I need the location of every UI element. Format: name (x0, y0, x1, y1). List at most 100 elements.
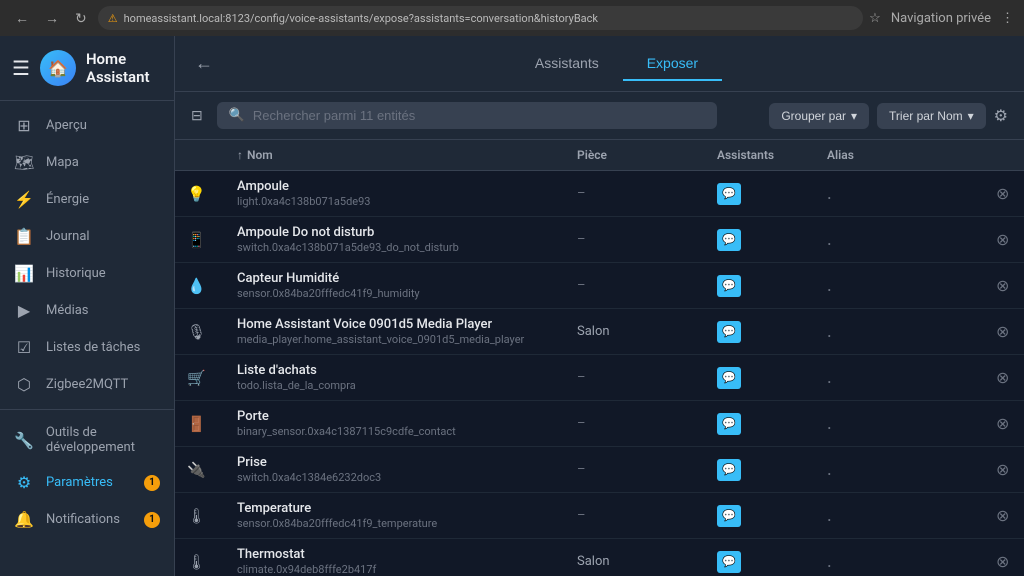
assistant-icon[interactable]: 💬 (717, 275, 741, 297)
sidebar-item-mapa[interactable]: 🗺 Mapa (0, 144, 174, 181)
entity-alias-cell: . (815, 217, 984, 263)
sidebar-item-journal[interactable]: 📋 Journal (0, 218, 174, 255)
remove-entity-button[interactable]: ⊗ (996, 552, 1009, 572)
search-box[interactable]: 🔍 (217, 102, 717, 129)
back-navigation-button[interactable]: ← (195, 53, 213, 74)
entity-remove-cell[interactable]: ⊗ (984, 539, 1024, 576)
entity-id: sensor.0x84ba20fffedc41f9_temperature (237, 517, 553, 530)
assistant-icon[interactable]: 💬 (717, 459, 741, 481)
remove-entity-button[interactable]: ⊗ (996, 276, 1009, 296)
alias-value: . (827, 459, 832, 480)
entity-assistants-cell[interactable]: 💬 (705, 309, 815, 355)
mapa-icon: 🗺 (14, 153, 34, 172)
entity-remove-cell[interactable]: ⊗ (984, 263, 1024, 309)
remove-entity-button[interactable]: ⊗ (996, 460, 1009, 480)
entity-assistants-cell[interactable]: 💬 (705, 539, 815, 576)
entity-remove-cell[interactable]: ⊗ (984, 447, 1024, 493)
apercu-icon: ⊞ (14, 116, 34, 135)
assistant-icon[interactable]: 💬 (717, 551, 741, 573)
sidebar-item-energie[interactable]: ⚡ Énergie (0, 181, 174, 218)
forward-button[interactable]: → (40, 8, 64, 28)
remove-entity-button[interactable]: ⊗ (996, 230, 1009, 250)
entity-alias-cell: . (815, 355, 984, 401)
entity-name: Home Assistant Voice 0901d5 Media Player (237, 317, 553, 332)
remove-entity-button[interactable]: ⊗ (996, 506, 1009, 526)
entity-piece: Salon (577, 554, 610, 569)
assistant-icon[interactable]: 💬 (717, 321, 741, 343)
assistant-icon[interactable]: 💬 (717, 505, 741, 527)
table-body: 💡 Ampoule light.0xa4c138b071a5de93 – 💬 .… (175, 171, 1024, 576)
toolbar-right: Grouper par ▾ Trier par Nom ▾ ⚙ (769, 103, 1008, 129)
remove-entity-button[interactable]: ⊗ (996, 414, 1009, 434)
entity-piece: – (577, 278, 586, 293)
star-icon[interactable]: ☆ (869, 11, 881, 26)
sort-button[interactable]: Trier par Nom ▾ (877, 103, 986, 129)
entity-remove-cell[interactable]: ⊗ (984, 401, 1024, 447)
private-mode-label: Navigation privée (891, 11, 991, 26)
search-input[interactable] (253, 108, 705, 123)
entity-alias-cell: . (815, 401, 984, 447)
remove-entity-button[interactable]: ⊗ (996, 184, 1009, 204)
col-action (984, 140, 1024, 171)
sidebar-item-historique[interactable]: 📊 Historique (0, 255, 174, 292)
tab-exposer[interactable]: Exposer (623, 47, 722, 81)
menu-icon[interactable]: ⋮ (1001, 11, 1014, 26)
entity-remove-cell[interactable]: ⊗ (984, 171, 1024, 217)
col-nom[interactable]: ↑Nom (225, 140, 565, 171)
sidebar-item-params[interactable]: ⚙ Paramètres 1 (0, 464, 174, 501)
sidebar-item-listes[interactable]: ☑ Listes de tâches (0, 329, 174, 366)
assistant-icon[interactable]: 💬 (717, 367, 741, 389)
address-bar[interactable]: ⚠ homeassistant.local:8123/config/voice-… (98, 6, 863, 30)
tab-assistants[interactable]: Assistants (511, 47, 623, 81)
entity-id: sensor.0x84ba20fffedc41f9_humidity (237, 287, 553, 300)
alias-value: . (827, 551, 832, 572)
entity-type-icon: 🛒 (175, 355, 225, 401)
listes-icon: ☑ (14, 338, 34, 357)
entity-piece: – (577, 508, 586, 523)
hamburger-icon[interactable]: ☰ (12, 56, 30, 80)
sidebar-item-apercu[interactable]: ⊞ Aperçu (0, 107, 174, 144)
entity-remove-cell[interactable]: ⊗ (984, 309, 1024, 355)
alias-value: . (827, 367, 832, 388)
sidebar-item-label: Zigbee2MQTT (46, 377, 128, 392)
params-badge: 1 (144, 475, 160, 491)
filter-icon[interactable]: ⊟ (191, 108, 203, 124)
sidebar-item-dev[interactable]: 🔧 Outils de développement (0, 416, 174, 464)
entity-assistants-cell[interactable]: 💬 (705, 493, 815, 539)
sidebar-item-zigbee[interactable]: ⬡ Zigbee2MQTT (0, 366, 174, 403)
table-row: 🛒 Liste d'achats todo.lista_de_la_compra… (175, 355, 1024, 401)
entity-assistants-cell[interactable]: 💬 (705, 355, 815, 401)
settings-icon[interactable]: ⚙ (994, 106, 1008, 125)
energie-icon: ⚡ (14, 190, 34, 209)
entity-assistants-cell[interactable]: 💬 (705, 263, 815, 309)
entity-name-cell: Prise switch.0xa4c1384e6232doc3 (225, 447, 565, 493)
entity-remove-cell[interactable]: ⊗ (984, 217, 1024, 263)
entity-id: climate.0x94deb8fffe2b417f (237, 563, 553, 576)
reload-button[interactable]: ↻ (70, 8, 92, 29)
remove-entity-button[interactable]: ⊗ (996, 368, 1009, 388)
group-by-button[interactable]: Grouper par ▾ (769, 103, 869, 129)
entity-name-cell: Thermostat climate.0x94deb8fffe2b417f (225, 539, 565, 576)
back-button[interactable]: ← (10, 8, 34, 28)
journal-icon: 📋 (14, 227, 34, 246)
entity-assistants-cell[interactable]: 💬 (705, 401, 815, 447)
entity-assistants-cell[interactable]: 💬 (705, 171, 815, 217)
remove-entity-button[interactable]: ⊗ (996, 322, 1009, 342)
assistant-icon[interactable]: 💬 (717, 413, 741, 435)
table-row: 🔌 Prise switch.0xa4c1384e6232doc3 – 💬 . … (175, 447, 1024, 493)
sidebar-item-medias[interactable]: ▶ Médias (0, 292, 174, 329)
entity-name-cell: Porte binary_sensor.0xa4c1387115c9cdfe_c… (225, 401, 565, 447)
entity-assistants-cell[interactable]: 💬 (705, 447, 815, 493)
entity-assistants-cell[interactable]: 💬 (705, 217, 815, 263)
assistant-icon[interactable]: 💬 (717, 229, 741, 251)
entity-alias-cell: . (815, 539, 984, 576)
entity-piece-cell: – (565, 263, 705, 309)
assistant-icon[interactable]: 💬 (717, 183, 741, 205)
sidebar-item-label: Historique (46, 266, 106, 281)
entity-remove-cell[interactable]: ⊗ (984, 355, 1024, 401)
entity-type-icon: 🚪 (175, 401, 225, 447)
sidebar-item-notifs[interactable]: 🔔 Notifications 1 (0, 501, 174, 538)
notifs-badge: 1 (144, 512, 160, 528)
browser-chrome: ← → ↻ ⚠ homeassistant.local:8123/config/… (0, 0, 1024, 36)
entity-remove-cell[interactable]: ⊗ (984, 493, 1024, 539)
